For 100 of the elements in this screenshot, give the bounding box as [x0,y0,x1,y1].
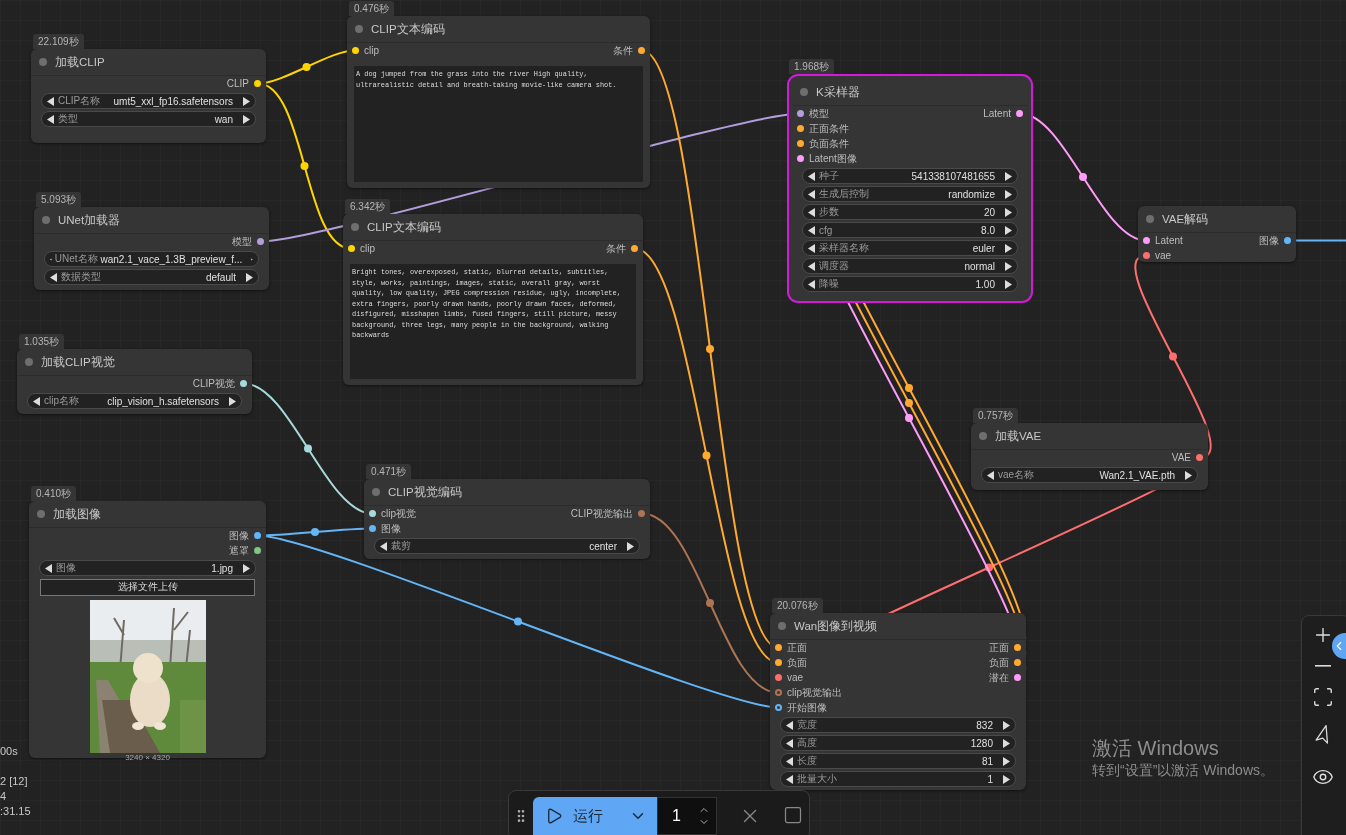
input-slot-dot[interactable] [1143,237,1150,244]
value-widget[interactable]: clip名称 clip_vision_h.safetensors [27,393,242,409]
value-widget[interactable]: 裁剪 center [374,538,640,554]
collapse-dot-icon[interactable] [355,25,363,33]
node-card[interactable]: Wan图像到视频 正面 正面 负面 负面 vae 潜在 clip视觉输出 开始图像 宽度 832 高度 1280 长度 81 批量大小 1 [770,613,1026,790]
value-widget[interactable]: 批量大小 1 [780,771,1016,787]
input-slot-dot[interactable] [775,674,782,681]
collapse-dot-icon[interactable] [25,358,33,366]
node-card[interactable] [343,214,643,385]
node-title: Wan图像到视频 [794,618,878,634]
collapse-dot-icon[interactable] [778,622,786,630]
value-widget[interactable]: 调度器 normal [802,258,1018,274]
input-slot-dot[interactable] [775,689,782,696]
node-card[interactable]: 加载CLIP视觉 CLIP视觉 clip名称 clip_vision_h.safetensors [17,349,252,414]
node-title: 加载CLIP [55,54,105,70]
execution-time: 1.968秒 [789,59,835,74]
slot-label: 开始图像 [787,700,827,715]
node-title: 加载VAE [995,428,1042,444]
value-widget[interactable]: 数据类型 default [44,269,259,285]
node-card[interactable]: UNet加载器 模型 UNet名称 wan2.1_vace_1.3B_preview_f... 数据类型 default [34,207,269,290]
output-slot-dot[interactable] [254,532,261,539]
slot-label: 模型 [232,234,252,249]
wire-handle[interactable] [706,345,714,353]
input-slot-dot[interactable] [797,155,804,162]
output-slot-dot[interactable] [254,80,261,87]
wire-handle[interactable] [1169,352,1177,361]
collapse-dot-icon[interactable] [800,88,808,96]
slot-label: 图像 [229,528,249,543]
collapse-dot-icon[interactable] [372,488,380,496]
wire-handle[interactable] [514,617,522,626]
wire-handle[interactable] [702,451,711,460]
value-widget[interactable]: 种子 541338107481655 [802,168,1018,184]
value-widget[interactable]: 生成后控制 randomize [802,186,1018,202]
wire-handle[interactable] [302,63,311,71]
collapse-dot-icon[interactable] [37,510,45,518]
node-title: UNet加载器 [58,212,121,228]
upload-button[interactable]: 选择文件上传 [40,579,255,596]
collapse-dot-icon[interactable] [351,223,359,231]
slot-label: 图像 [1259,233,1279,248]
value-widget[interactable]: 高度 1280 [780,735,1016,751]
value-widget[interactable]: 降噪 1.00 [802,276,1018,292]
wire-handle[interactable] [706,599,714,607]
value-widget[interactable]: CLIP名称 umt5_xxl_fp16.safetensors [41,93,256,109]
left-arrow-icon [45,563,53,573]
output-slot-dot[interactable] [1014,674,1021,681]
input-slot-dot[interactable] [369,510,376,517]
wire-handle[interactable] [304,444,312,453]
output-slot-dot[interactable] [638,47,645,54]
value-widget[interactable]: vae名称 Wan2.1_VAE.pth [981,467,1198,483]
collapse-dot-icon[interactable] [979,432,987,440]
value-widget[interactable]: UNet名称 wan2.1_vace_1.3B_preview_f... [44,251,259,267]
value-widget[interactable]: 图像 1.jpg [39,560,256,576]
value-widget[interactable]: cfg 8.0 [802,222,1018,238]
input-slot-dot[interactable] [797,125,804,132]
wire-handle[interactable] [300,162,309,170]
activation-title: 激活 Windows [1092,736,1220,761]
input-slot-dot[interactable] [775,704,782,711]
collapse-dot-icon[interactable] [39,58,47,66]
input-slot-dot[interactable] [797,110,804,117]
output-slot-dot[interactable] [240,380,247,387]
slot-label: 条件 [606,241,626,256]
right-arrow-icon [626,541,634,551]
fit-view-button[interactable] [1312,686,1334,708]
count-field[interactable]: 1 [657,797,717,835]
node-card[interactable]: 加载CLIP CLIP CLIP名称 umt5_xxl_fp16.safetensors 类型 wan [31,49,266,143]
node-card[interactable]: 加载图像 图像 遮罩 图像 1.jpg 选择文件上传 3240 × 4320 [29,501,266,758]
value-widget[interactable]: 宽度 832 [780,717,1016,733]
wire-handle[interactable] [985,563,993,572]
output-slot-dot[interactable] [1014,659,1021,666]
wire-handle[interactable] [311,528,319,536]
value-widget[interactable]: 步数 20 [802,204,1018,220]
node-title: VAE解码 [1162,211,1209,227]
slot-label: 条件 [613,43,633,58]
collapse-dot-icon[interactable] [1146,215,1154,223]
output-slot-dot[interactable] [1284,237,1291,244]
input-slot-dot[interactable] [775,644,782,651]
value-widget[interactable]: 长度 81 [780,753,1016,769]
input-slot-dot[interactable] [1143,252,1150,259]
wire-handle[interactable] [1079,173,1087,181]
stop-button[interactable] [783,805,803,825]
collapse-dot-icon[interactable] [42,216,50,224]
output-slot-dot[interactable] [254,547,261,554]
node-card[interactable]: 加载VAE VAE vae名称 Wan2.1_VAE.pth [971,423,1208,490]
output-slot-dot[interactable] [638,510,645,517]
output-slot-dot[interactable] [1014,644,1021,651]
input-slot-dot[interactable] [352,47,359,54]
value-widget[interactable]: 类型 wan [41,111,256,127]
output-slot-dot[interactable] [1196,454,1203,461]
run-button[interactable]: 运行 [533,797,657,835]
output-slot-dot[interactable] [257,238,264,245]
input-slot-dot[interactable] [348,245,355,252]
input-slot-dot[interactable] [797,140,804,147]
output-slot-dot[interactable] [1016,110,1023,117]
node-card[interactable]: VAE解码 Latent 图像 vae [1138,206,1296,262]
input-slot-dot[interactable] [369,525,376,532]
output-slot-dot[interactable] [631,245,638,252]
node-card[interactable]: CLIP视觉编码 clip视觉 CLIP视觉输出 图像 裁剪 center [364,479,650,559]
execution-time: 0.757秒 [973,408,1019,423]
value-widget[interactable]: 采样器名称 euler [802,240,1018,256]
input-slot-dot[interactable] [775,659,782,666]
